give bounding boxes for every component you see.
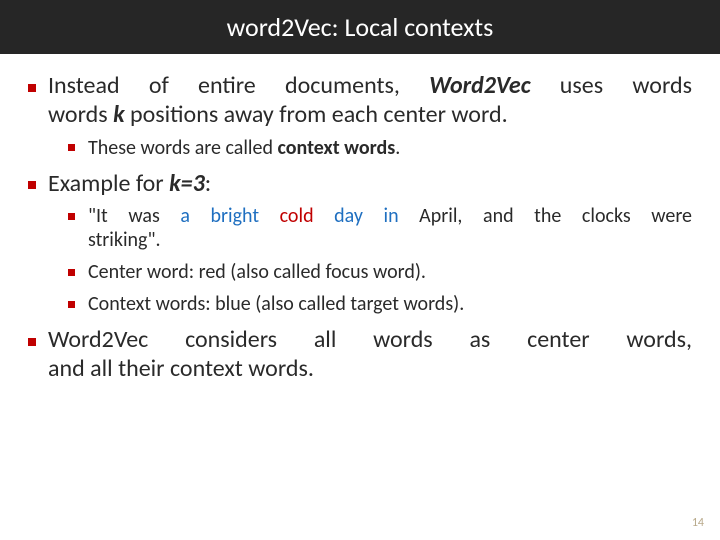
text: Word2Vec considers all words as center w… bbox=[48, 325, 692, 354]
text-center: cold bbox=[280, 204, 314, 228]
bullet-2-3: Context words: blue (also called target … bbox=[68, 292, 692, 316]
text: April, and the clocks were bbox=[399, 204, 692, 228]
text: : bbox=[205, 169, 211, 198]
text: Center word: red (also called focus word… bbox=[88, 260, 426, 284]
text: positions away from each center word. bbox=[125, 100, 508, 129]
title-bar: word2Vec: Local contexts bbox=[0, 0, 720, 54]
square-bullet-icon bbox=[28, 84, 36, 92]
text-emph: Word2Vec bbox=[429, 71, 530, 100]
text-emph: k bbox=[113, 100, 125, 129]
slide-content: Instead of entire documents, Word2Vec us… bbox=[0, 54, 720, 384]
text: Context words: blue (also called target … bbox=[88, 292, 464, 316]
square-bullet-icon bbox=[68, 301, 75, 308]
text: and all their context words. bbox=[48, 354, 314, 383]
square-bullet-icon bbox=[68, 269, 75, 276]
text: words bbox=[48, 100, 113, 129]
text: Instead of entire documents, bbox=[48, 71, 429, 100]
page-title: word2Vec: Local contexts bbox=[227, 11, 494, 43]
text: Example for bbox=[48, 169, 169, 198]
bullet-3: Word2Vec considers all words as center w… bbox=[28, 326, 692, 384]
text-bold: context words bbox=[278, 136, 396, 160]
page-number: 14 bbox=[692, 516, 704, 530]
text: . bbox=[395, 136, 400, 160]
text: striking". bbox=[88, 228, 161, 252]
bullet-1: Instead of entire documents, Word2Vec us… bbox=[28, 72, 692, 160]
bullet-2-2: Center word: red (also called focus word… bbox=[68, 260, 692, 284]
square-bullet-icon bbox=[68, 213, 75, 220]
bullet-1-1: These words are called context words. bbox=[68, 136, 692, 160]
text-context: a bright bbox=[180, 204, 279, 228]
square-bullet-icon bbox=[28, 181, 36, 189]
bullet-2-1: "It was a bright cold day in April, and … bbox=[68, 204, 692, 252]
text-context: day in bbox=[314, 204, 399, 228]
bullet-2: Example for k=3: "It was a bright cold d… bbox=[28, 170, 692, 317]
text: uses words bbox=[531, 71, 692, 100]
text: These words are called bbox=[88, 136, 278, 160]
square-bullet-icon bbox=[28, 338, 36, 346]
text: "It was bbox=[88, 204, 180, 228]
text-emph: k=3 bbox=[169, 169, 205, 198]
square-bullet-icon bbox=[68, 144, 75, 151]
